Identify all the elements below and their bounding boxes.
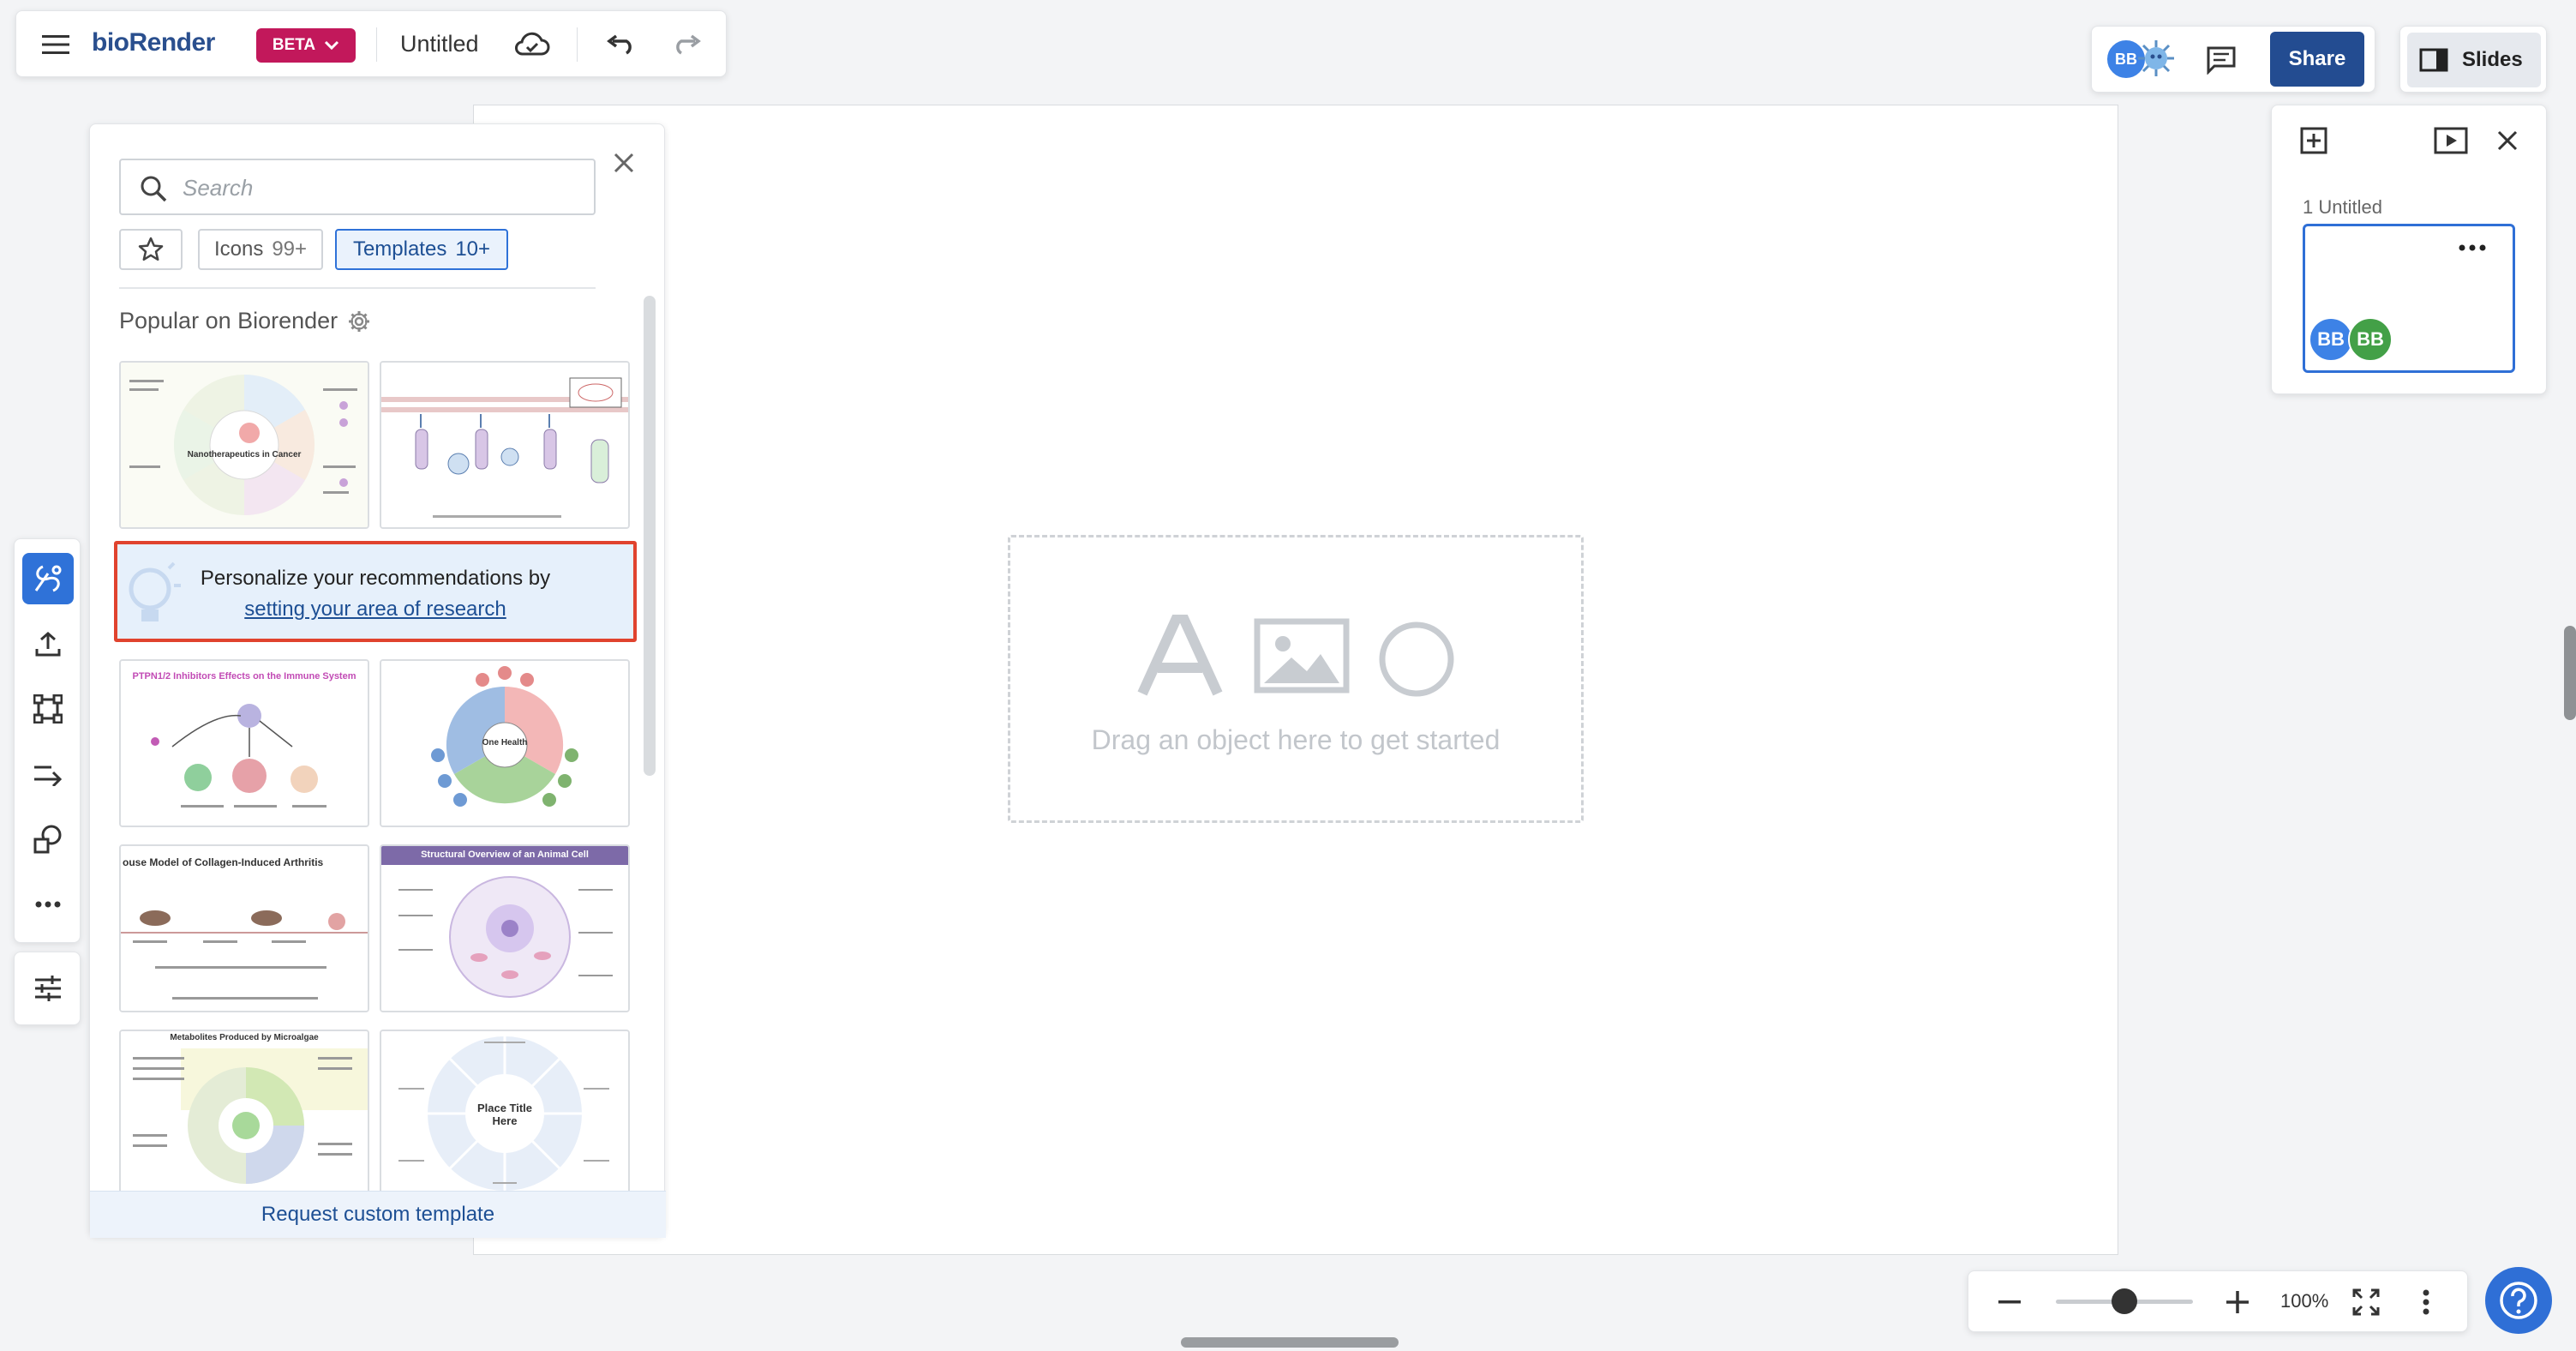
tab-templates[interactable]: Templates 10+	[335, 229, 508, 270]
fit-screen-icon[interactable]	[2345, 1282, 2387, 1323]
template-card[interactable]: One Health	[380, 659, 630, 827]
shapes-tool-icon[interactable]	[22, 814, 74, 865]
search-box	[119, 159, 596, 215]
gear-icon[interactable]	[348, 310, 370, 333]
divider	[376, 27, 377, 62]
divider	[119, 287, 596, 289]
zoom-level: 100%	[2280, 1290, 2329, 1312]
search-input[interactable]	[181, 160, 578, 215]
drop-hint: Drag an object here to get started	[1091, 724, 1501, 755]
slide-label: 1 Untitled	[2303, 196, 2382, 218]
template-card[interactable]: Nanotherapeutics in Cancer	[119, 361, 369, 529]
image-object-icon	[1254, 618, 1350, 694]
recommendation-text: Personalize your recommendations by	[200, 567, 551, 590]
favorites-tab[interactable]	[119, 229, 183, 270]
section-title: Popular on Biorender	[119, 308, 370, 334]
virus-avatar-icon[interactable]	[2135, 37, 2178, 80]
biorender-logo[interactable]: bioRender	[92, 28, 215, 57]
upload-icon[interactable]	[22, 618, 74, 669]
cloud-saved-icon[interactable]	[510, 24, 554, 65]
slide-thumbnail[interactable]: BB BB	[2303, 224, 2515, 373]
recommendation-banner: Personalize your recommendations by sett…	[114, 541, 637, 642]
present-icon[interactable]	[2428, 119, 2474, 162]
close-panel-icon[interactable]	[602, 141, 645, 184]
slides-panel-icon	[2419, 48, 2448, 72]
zoom-out-icon[interactable]	[1989, 1282, 2030, 1323]
template-title: PTPN1/2 Inhibitors Effects on the Immune…	[132, 671, 356, 682]
slides-toggle: Slides	[2399, 26, 2547, 93]
redo-icon[interactable]	[664, 24, 709, 65]
star-icon	[138, 237, 164, 262]
undo-icon[interactable]	[599, 24, 644, 65]
adjustments-icon[interactable]	[22, 963, 74, 1014]
beta-label: BETA	[272, 36, 316, 54]
shape-object-icon	[1377, 620, 1456, 699]
divider	[577, 27, 578, 62]
zoom-bar: 100%	[1968, 1270, 2468, 1332]
slides-toggle-button[interactable]: Slides	[2407, 33, 2541, 87]
horizontal-scrollbar[interactable]	[1181, 1337, 1399, 1348]
template-title: ouse Model of Collagen-Induced Arthritis	[123, 856, 324, 868]
slides-panel: 1 Untitled BB BB	[2271, 105, 2547, 394]
panel-scrollbar[interactable]	[644, 296, 656, 776]
more-tools-icon[interactable]	[22, 879, 74, 930]
slides-label: Slides	[2462, 48, 2523, 71]
template-card[interactable]: Metabolites Produced by Microalgae	[119, 1030, 369, 1198]
share-button[interactable]: Share	[2270, 32, 2364, 87]
template-title: Place Title Here	[476, 1102, 533, 1127]
close-icon[interactable]	[2486, 119, 2529, 162]
tool-rail	[14, 538, 81, 943]
chevron-down-icon	[324, 40, 339, 51]
request-custom-template-link[interactable]: Request custom template	[90, 1191, 666, 1238]
vertical-scrollbar[interactable]	[2564, 626, 2576, 720]
collaboration-bar: BB Share	[2091, 26, 2375, 93]
template-title: Structural Overview of an Animal Cell	[421, 850, 589, 860]
template-card[interactable]: PTPN1/2 Inhibitors Effects on the Immune…	[119, 659, 369, 827]
comment-icon[interactable]	[2198, 37, 2244, 83]
zoom-in-icon[interactable]	[2217, 1282, 2258, 1323]
template-card[interactable]: Place Title Here	[380, 1030, 630, 1198]
zoom-slider-handle[interactable]	[2112, 1288, 2137, 1314]
tab-label: Icons	[213, 237, 264, 261]
template-title: Nanotherapeutics in Cancer	[187, 450, 302, 459]
more-vertical-icon[interactable]	[2405, 1282, 2447, 1323]
template-card[interactable]: ouse Model of Collagen-Induced Arthritis	[119, 844, 369, 1012]
tab-icons[interactable]: Icons 99+	[198, 229, 323, 270]
beta-dropdown-button[interactable]: BETA	[256, 28, 356, 63]
template-card[interactable]	[380, 361, 630, 529]
drop-zone[interactable]: Drag an object here to get started	[1008, 535, 1584, 823]
tab-count: 99+	[272, 237, 308, 261]
text-object-icon	[1137, 615, 1223, 697]
help-button[interactable]	[2485, 1267, 2552, 1334]
settings-rail	[14, 952, 81, 1025]
template-title: Metabolites Produced by Microalgae	[170, 1033, 319, 1042]
arrow-tool-icon[interactable]	[22, 748, 74, 800]
transform-icon[interactable]	[22, 683, 74, 735]
library-panel: Icons 99+ Templates 10+ Popular on Biore…	[89, 123, 666, 1238]
library-tool-icon[interactable]	[22, 553, 74, 604]
tab-label: Templates	[352, 237, 447, 261]
top-toolbar: bioRender BETA Untitled	[15, 10, 727, 77]
section-title-text: Popular on Biorender	[119, 308, 338, 333]
template-title: One Health	[482, 738, 528, 748]
search-icon	[140, 175, 167, 202]
more-options-icon[interactable]	[2458, 243, 2487, 252]
area-of-research-link[interactable]: setting your area of research	[117, 597, 633, 621]
tab-count: 10+	[455, 237, 491, 261]
document-title[interactable]: Untitled	[400, 31, 479, 57]
avatar: BB	[2309, 317, 2353, 362]
add-slide-icon[interactable]	[2292, 119, 2335, 162]
menu-icon[interactable]	[35, 24, 76, 65]
avatar: BB	[2348, 317, 2393, 362]
template-card[interactable]: Structural Overview of an Animal Cell	[380, 844, 630, 1012]
help-icon	[2498, 1280, 2539, 1321]
